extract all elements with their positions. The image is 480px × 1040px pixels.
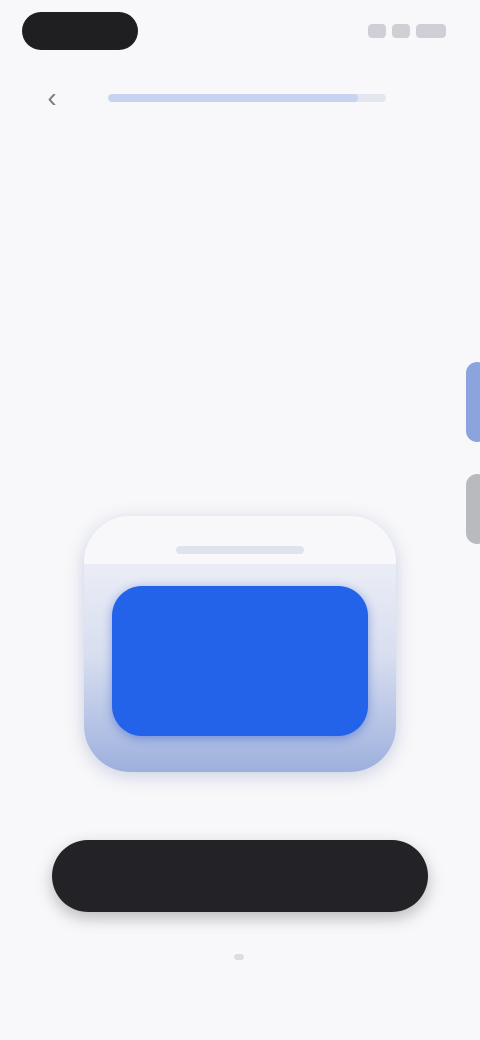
- continue-button[interactable]: [52, 840, 428, 912]
- progress-fill: [108, 94, 359, 102]
- preview-hint-bar: [176, 546, 304, 554]
- progress-bar: [108, 94, 386, 102]
- signal-icon: [368, 24, 386, 38]
- onboarding-screen: ‹: [0, 0, 480, 1040]
- top-navigation: ‹: [0, 78, 480, 118]
- home-indicator: [234, 954, 244, 960]
- preview-top-fade: [84, 516, 396, 564]
- status-bar: [0, 0, 480, 64]
- battery-icon: [416, 24, 446, 38]
- chevron-left-icon[interactable]: ‹: [38, 84, 66, 112]
- wifi-icon: [392, 24, 410, 38]
- side-handle-lower[interactable]: [466, 474, 480, 544]
- dynamic-island: [22, 12, 138, 50]
- option-card[interactable]: [112, 586, 368, 736]
- selection-preview: [84, 516, 396, 772]
- side-handle-upper[interactable]: [466, 362, 480, 442]
- status-icons: [356, 24, 446, 40]
